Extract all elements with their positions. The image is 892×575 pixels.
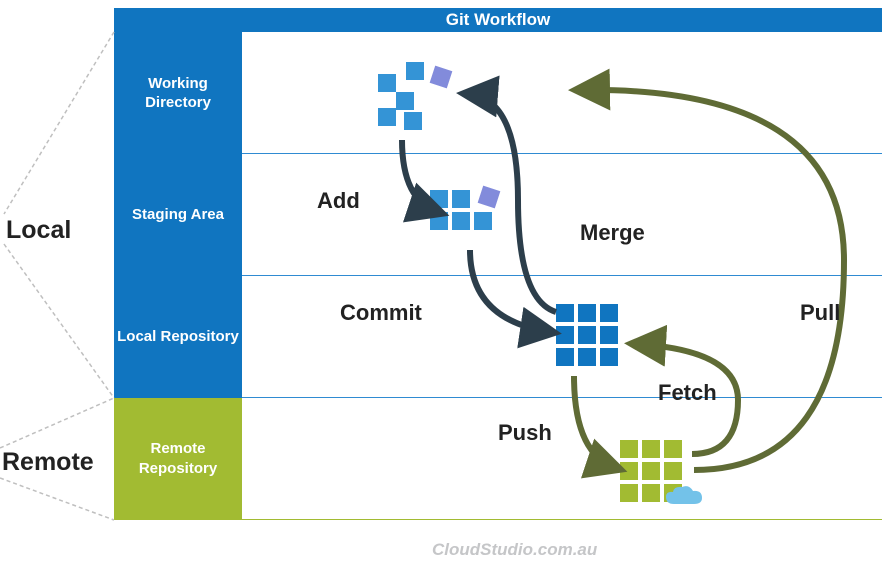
row-label-localrepo: Local Repository [114, 276, 242, 398]
action-label-commit: Commit [340, 300, 422, 326]
row-label-staging: Staging Area [114, 154, 242, 276]
row-label-working: Working Directory [114, 32, 242, 154]
section-label-remote: Remote [2, 448, 94, 477]
staging-area-icon [430, 190, 514, 260]
section-label-local: Local [6, 216, 71, 245]
git-workflow-diagram: Git Workflow Working Directory Staging A… [0, 0, 892, 575]
action-label-merge: Merge [580, 220, 645, 246]
diagram-title: Git Workflow [114, 8, 882, 32]
row-label-remoterepo: Remote Repository [114, 398, 242, 520]
action-label-add: Add [317, 188, 360, 214]
working-directory-icon [378, 62, 462, 132]
action-label-pull: Pull [800, 300, 840, 326]
local-repo-icon [556, 304, 626, 374]
cloud-icon [662, 484, 706, 512]
action-label-push: Push [498, 420, 552, 446]
action-label-fetch: Fetch [658, 380, 717, 406]
watermark: CloudStudio.com.au [432, 540, 597, 560]
remote-repo-icon [620, 440, 706, 518]
